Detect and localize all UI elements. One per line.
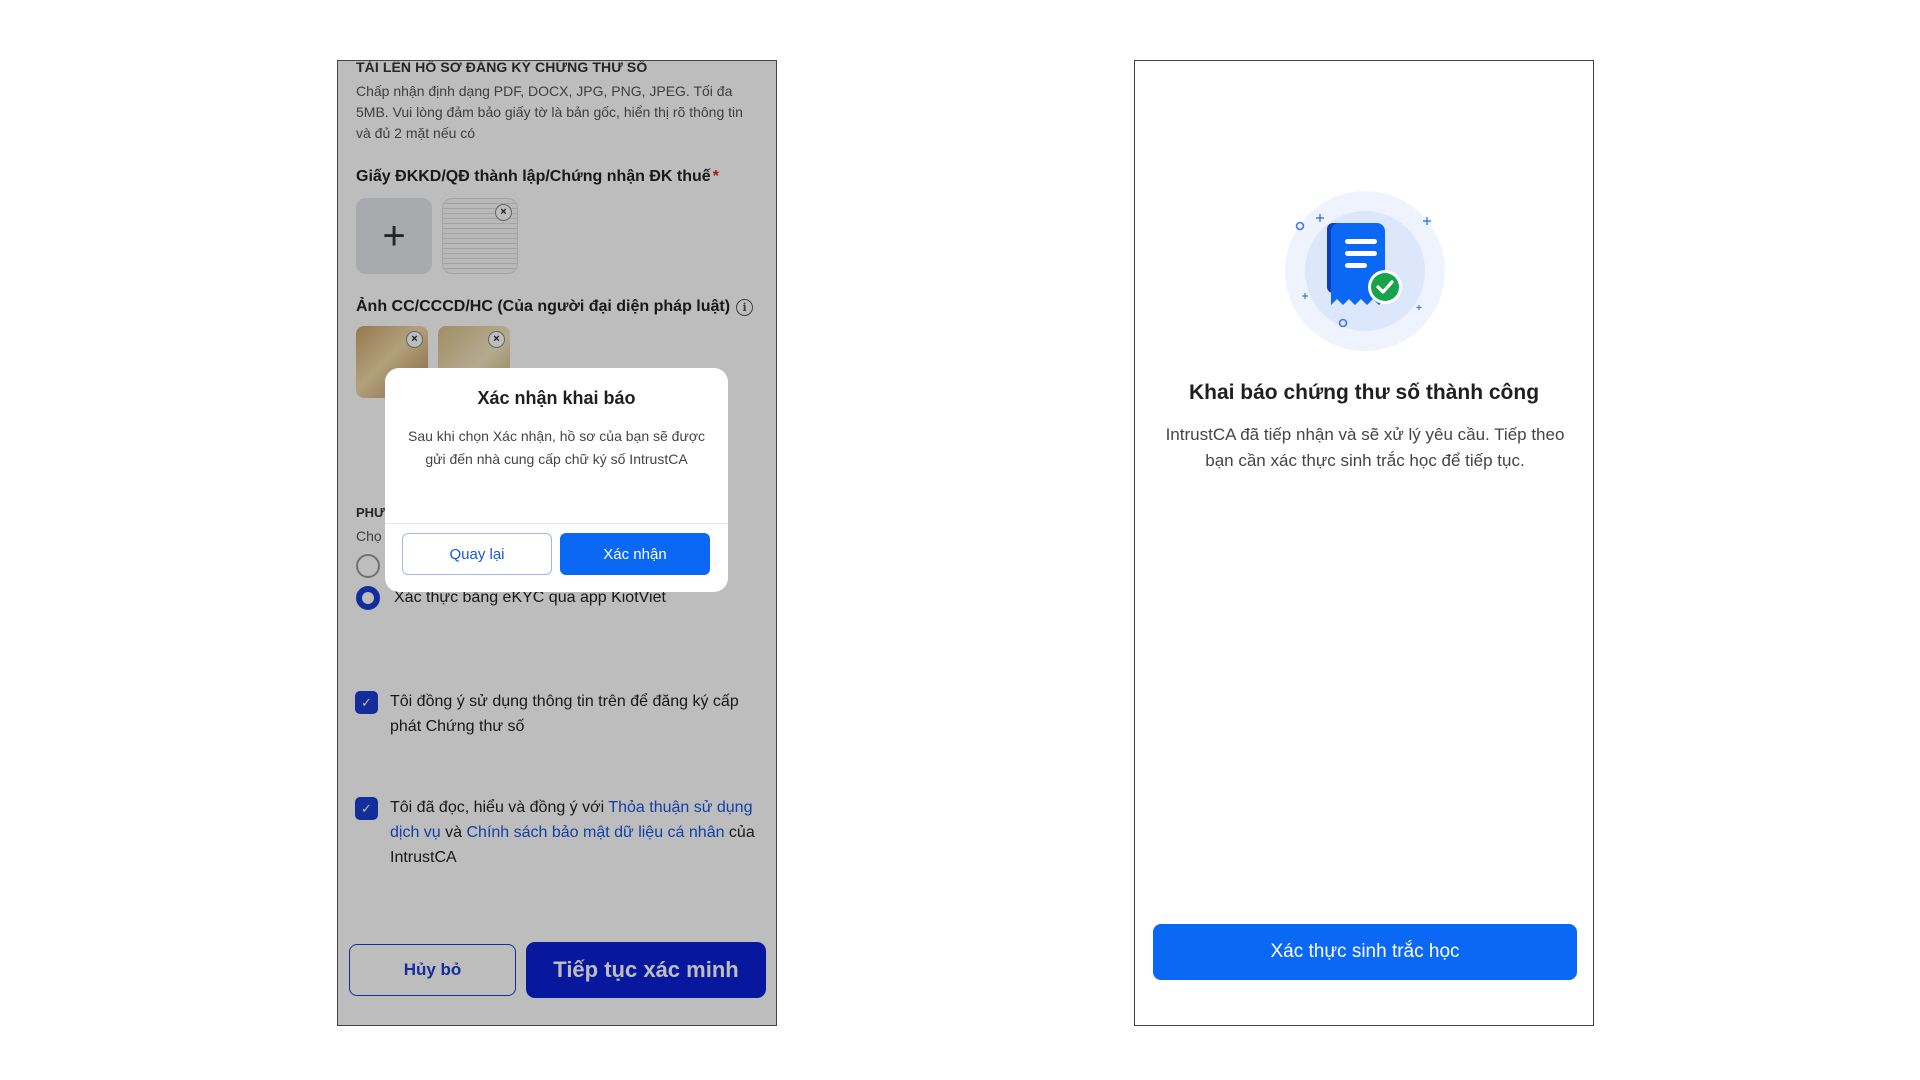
success-description: IntrustCA đã tiếp nhận và sẽ xử lý yêu c…	[1165, 425, 1565, 470]
confirm-declaration-dialog: Xác nhận khai báo Sau khi chọn Xác nhận,…	[385, 368, 728, 592]
success-screen: Khai báo chứng thư số thành công Intrust…	[1134, 60, 1594, 1026]
declaration-screen: TẢI LÊN HỒ SƠ ĐĂNG KÝ CHỨNG THƯ SỐ Chấp …	[337, 60, 777, 1026]
success-title: Khai báo chứng thư số thành công	[1188, 381, 1540, 404]
dialog-divider	[385, 523, 728, 524]
confirm-button[interactable]: Xác nhận	[560, 533, 710, 575]
document-check-icon	[1285, 191, 1445, 351]
dialog-title: Xác nhận khai báo	[477, 388, 636, 408]
back-button[interactable]: Quay lại	[402, 533, 552, 575]
dialog-body: Sau khi chọn Xác nhận, hồ sơ của bạn sẽ …	[407, 428, 706, 467]
biometric-verification-button[interactable]: Xác thực sinh trắc học	[1153, 924, 1577, 980]
